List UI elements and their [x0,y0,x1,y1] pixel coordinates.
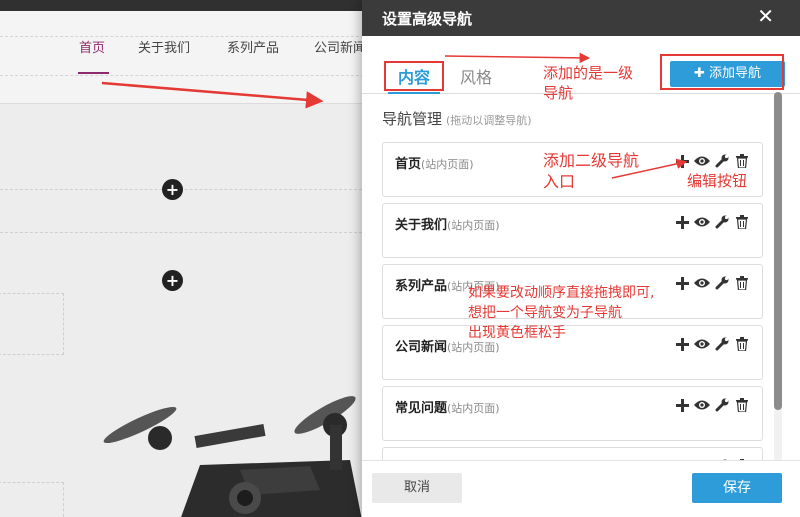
nav-card-title: 首页(站内页面) [395,153,474,172]
nav-card-name: 常见问题 [395,401,448,416]
add-section-icon[interactable]: + [162,179,183,200]
dialog-footer: 取消 保存 [362,460,800,517]
cancel-button[interactable]: 取消 [372,473,462,503]
plus-icon[interactable] [674,153,690,169]
plus-icon[interactable] [674,275,690,291]
drone-image [100,370,370,517]
wrench-icon[interactable] [714,275,730,291]
wrench-icon[interactable] [714,336,730,352]
nav-card-title: 关于我们(站内页面) [395,214,500,233]
eye-icon[interactable] [694,153,710,169]
eye-icon[interactable] [694,397,710,413]
scrollbar-thumb[interactable] [774,92,782,410]
dialog-title: 设置高级导航 [382,10,473,28]
plus-icon[interactable] [674,397,690,413]
trash-icon[interactable] [734,336,750,352]
eye-icon[interactable] [694,214,710,230]
nav-card-type: (站内页面) [447,219,500,232]
wrench-icon[interactable] [714,397,730,413]
nav-card[interactable]: 联系我们(站内页面) [382,447,763,460]
site-nav-products[interactable]: 系列产品 [227,37,279,56]
nav-card-tools [674,152,750,170]
section-divider [0,232,362,233]
eye-icon[interactable] [694,275,710,291]
wrench-icon[interactable] [714,214,730,230]
trash-icon[interactable] [734,397,750,413]
annotation-box-content-tab [384,61,444,91]
wrench-icon[interactable] [714,153,730,169]
annotation-box-add-nav [660,54,784,90]
add-section-icon[interactable]: + [162,270,183,291]
annotation-first-level: 添加的是一级 导航 [543,64,634,102]
section-title: 导航管理 (拖动以调整导航) [382,108,532,129]
site-nav-home[interactable]: 首页 [79,37,105,56]
nav-card-name: 公司新闻 [395,340,448,355]
save-button[interactable]: 保存 [692,473,782,503]
annotation-second-level: 添加二级导航 入口 [543,151,640,191]
tab-style[interactable]: 风格 [460,64,492,88]
dialog-header: 设置高级导航 ✕ [362,0,800,36]
annotation-edit-button: 编辑按钮 [687,172,748,190]
section-hint: (拖动以调整导航) [446,114,532,127]
placeholder-box [0,482,64,517]
nav-card-type: (站内页面) [447,402,500,415]
trash-icon[interactable] [734,214,750,230]
close-icon[interactable]: ✕ [757,6,774,26]
nav-card[interactable]: 关于我们(站内页面) [382,203,763,258]
nav-card[interactable]: 常见问题(站内页面) [382,386,763,441]
section-title-text: 导航管理 [382,110,443,128]
nav-card-name: 首页 [395,157,422,172]
nav-card-tools [674,335,750,353]
nav-card-title: 常见问题(站内页面) [395,397,500,416]
nav-card-name: 关于我们 [395,218,448,233]
site-nav-active-underline [78,72,109,74]
eye-icon[interactable] [694,336,710,352]
nav-card-name: 系列产品 [395,279,448,294]
trash-icon[interactable] [734,153,750,169]
nav-card-tools [674,213,750,231]
active-tab-indicator [388,92,440,94]
scrollbar[interactable] [774,92,782,462]
nav-card-type: (站内页面) [421,158,474,171]
site-nav-about[interactable]: 关于我们 [138,37,190,56]
nav-card-tools [674,274,750,292]
annotation-drag-tip: 如果要改动顺序直接拖拽即可, 想把一个导航变为子导航 出现黄色框松手 [468,285,655,341]
nav-card-tools [674,396,750,414]
plus-icon[interactable] [674,214,690,230]
trash-icon[interactable] [734,275,750,291]
placeholder-box [0,293,64,355]
site-nav-news[interactable]: 公司新闻 [314,37,366,56]
plus-icon[interactable] [674,336,690,352]
